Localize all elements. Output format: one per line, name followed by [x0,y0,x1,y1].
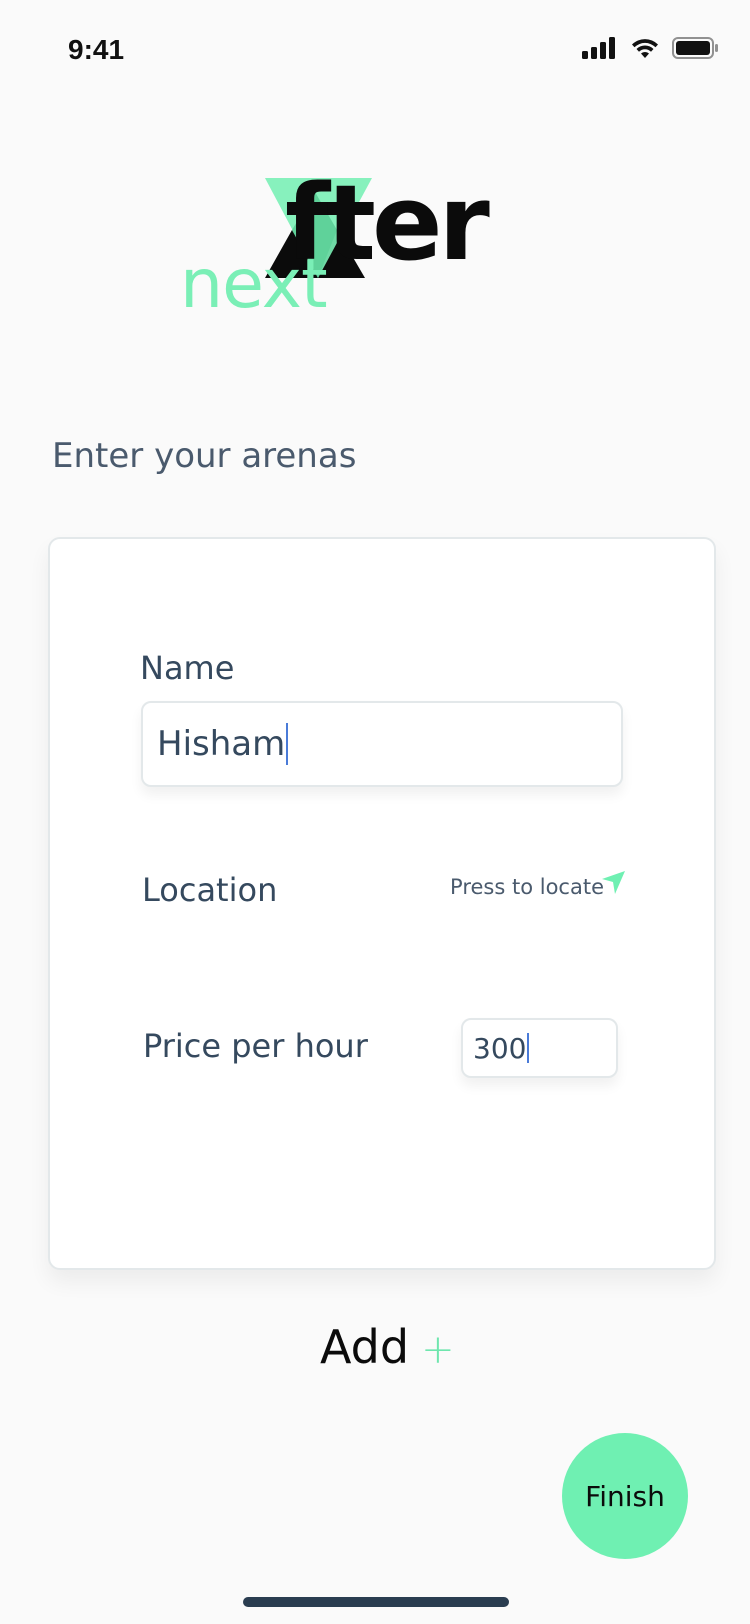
location-arrow-icon [602,871,625,894]
app-logo: fter next [180,162,560,340]
finish-label: Finish [585,1479,665,1513]
battery-icon [672,37,718,59]
status-icons [582,34,718,62]
name-label: Name [140,649,235,687]
home-indicator[interactable] [243,1597,509,1607]
arena-form-card: Name Hisham Location Press to locate Pri… [48,537,716,1270]
text-caret [286,723,289,765]
price-input-value: 300 [473,1031,527,1065]
locate-label: Press to locate [450,875,604,899]
press-to-locate-button[interactable]: Press to locate [450,871,626,899]
section-title: Enter your arenas [52,436,357,476]
name-input[interactable]: Hisham [141,701,623,787]
location-label: Location [142,871,278,909]
status-time: 9:41 [68,34,125,65]
add-arena-button[interactable]: Add + [320,1320,455,1374]
finish-button[interactable]: Finish [562,1433,688,1559]
add-label: Add [320,1320,410,1374]
name-input-value: Hisham [157,724,286,764]
logo-word-next: next [180,245,328,324]
wifi-icon [632,39,658,58]
price-per-hour-label: Price per hour [143,1027,368,1065]
status-bar: 9:41 [0,0,750,96]
text-caret [527,1033,530,1063]
plus-icon: + [421,1327,455,1373]
price-input[interactable]: 300 [461,1018,618,1078]
cellular-signal-icon [582,37,615,59]
